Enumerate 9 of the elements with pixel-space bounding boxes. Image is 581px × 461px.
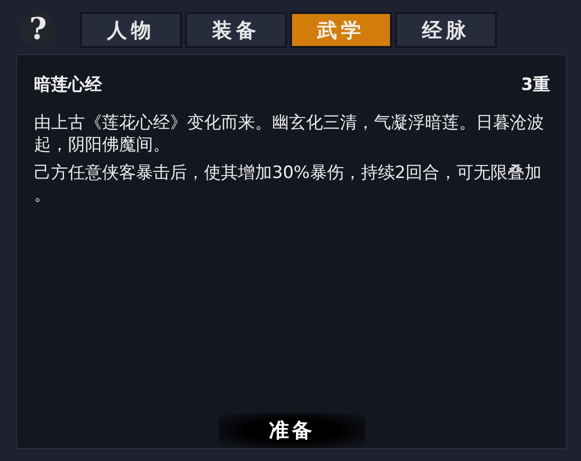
tab[interactable]: 装备 [185, 12, 287, 48]
tab[interactable]: 人物 [80, 12, 182, 48]
description-text: 己方任意侠客暴击后，使其增加30%暴伤，持续2回合，可无限叠加。 [34, 162, 543, 206]
ready-button[interactable]: 准备 [219, 413, 365, 448]
tab[interactable]: 经脉 [395, 12, 497, 48]
skill-level: 3重 [521, 74, 550, 96]
help-button[interactable]: ? [20, 12, 56, 48]
description-text: 由上古《莲花心经》变化而来。幽玄化三清，气凝浮暗莲。日暮沧波起，阴阳佛魔间。 [34, 112, 545, 156]
skill-title: 暗莲心经 [34, 74, 102, 96]
